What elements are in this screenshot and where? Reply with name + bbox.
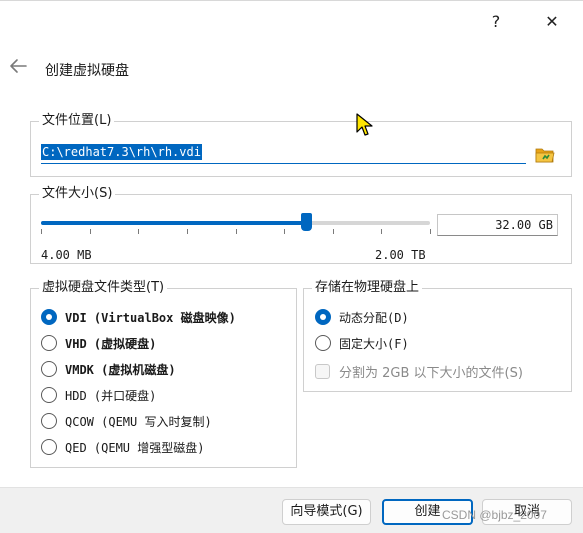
- wizard-header: 创建虚拟硬盘: [0, 41, 583, 101]
- title-bar: ? ✕: [0, 1, 583, 41]
- storage-mode-label: 固定大小(F): [339, 336, 409, 351]
- folder-icon[interactable]: [534, 144, 556, 166]
- disk-type-radio[interactable]: [41, 361, 57, 377]
- disk-type-radio[interactable]: [41, 335, 57, 351]
- slider-tick: [430, 229, 431, 234]
- page-title: 创建虚拟硬盘: [45, 63, 129, 79]
- disk-type-radio[interactable]: [41, 387, 57, 403]
- disk-type-label: VHD (虚拟硬盘): [65, 336, 157, 351]
- slider-tick: [138, 229, 140, 234]
- disk-type-radio[interactable]: [41, 309, 57, 325]
- disk-type-option[interactable]: VDI (VirtualBox 磁盘映像): [41, 307, 236, 327]
- slider-tick: [41, 229, 42, 234]
- mouse-cursor-icon: [356, 113, 373, 136]
- disk-type-radio[interactable]: [41, 413, 57, 429]
- slider-tick: [89, 229, 91, 234]
- disk-type-label: VDI (VirtualBox 磁盘映像): [65, 310, 236, 325]
- size-max-label: 2.00 TB: [375, 248, 426, 262]
- split-files-label: 分割为 2GB 以下大小的文件(S): [339, 365, 523, 381]
- help-button[interactable]: ?: [476, 7, 516, 35]
- disk-type-label: QED (QEMU 增强型磁盘): [65, 440, 205, 455]
- disk-type-option[interactable]: VMDK (虚拟机磁盘): [41, 359, 176, 379]
- size-value-input[interactable]: 32.00 GB: [437, 214, 558, 236]
- close-button[interactable]: ✕: [532, 7, 572, 35]
- disk-type-option[interactable]: VHD (虚拟硬盘): [41, 333, 156, 353]
- size-slider-fill: [41, 221, 306, 225]
- watermark: CSDN @bjbz_2007: [442, 508, 547, 522]
- split-files-checkbox[interactable]: [315, 363, 330, 379]
- arrow-left-icon[interactable]: [6, 54, 30, 78]
- storage-mode-radio[interactable]: [315, 309, 331, 325]
- disk-type-legend: 虚拟硬盘文件类型(T): [39, 280, 168, 296]
- slider-tick: [235, 229, 237, 234]
- create-virtual-disk-dialog: ? ✕ 创建虚拟硬盘 文件位置(L) C:\redhat7.3\rh\rh.vd…: [0, 0, 583, 533]
- storage-mode-option[interactable]: 动态分配(D): [315, 307, 409, 327]
- storage-mode-label: 动态分配(D): [339, 310, 409, 325]
- disk-type-label: HDD (并口硬盘): [65, 388, 157, 403]
- storage-legend: 存储在物理硬盘上: [312, 280, 423, 296]
- size-slider-track[interactable]: [41, 221, 430, 225]
- storage-mode-option[interactable]: 固定大小(F): [315, 333, 409, 353]
- file-path-input[interactable]: C:\redhat7.3\rh\rh.vdi: [41, 144, 526, 164]
- size-slider-ticks: [41, 229, 431, 237]
- size-min-label: 4.00 MB: [41, 248, 92, 262]
- disk-type-label: VMDK (虚拟机磁盘): [65, 362, 176, 377]
- disk-type-label: QCOW (QEMU 写入时复制): [65, 414, 212, 429]
- expert-mode-button[interactable]: 向导模式(G): [282, 499, 371, 525]
- disk-type-radio[interactable]: [41, 439, 57, 455]
- disk-type-option[interactable]: QED (QEMU 增强型磁盘): [41, 437, 204, 457]
- slider-tick: [284, 229, 286, 234]
- file-location-legend: 文件位置(L): [39, 113, 115, 129]
- slider-tick: [332, 229, 334, 234]
- file-path-value: C:\redhat7.3\rh\rh.vdi: [41, 144, 202, 160]
- slider-tick: [186, 229, 188, 234]
- disk-type-option[interactable]: QCOW (QEMU 写入时复制): [41, 411, 212, 431]
- slider-tick: [381, 229, 383, 234]
- file-size-legend: 文件大小(S): [39, 186, 116, 202]
- split-files-checkbox-row[interactable]: 分割为 2GB 以下大小的文件(S): [315, 361, 523, 381]
- storage-mode-radio[interactable]: [315, 335, 331, 351]
- disk-type-option[interactable]: HDD (并口硬盘): [41, 385, 156, 405]
